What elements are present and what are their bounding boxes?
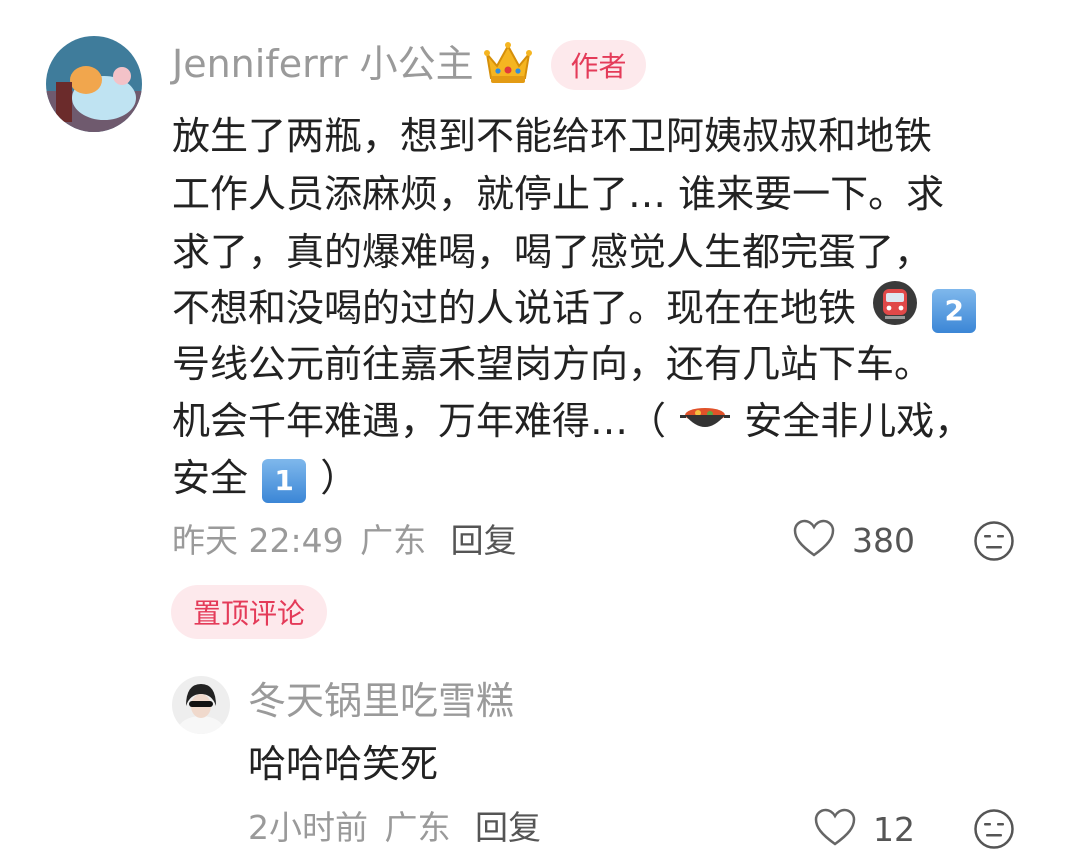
- metro-icon: [872, 280, 918, 342]
- comment-line-4-wrap: 不想和没喝的过的人说话了。现在在地铁 2: [172, 279, 978, 342]
- comment-line-6-wrap: 机会千年难遇，万年难得…（ 安全非儿戏，: [172, 392, 972, 455]
- reply-username[interactable]: 冬天锅里吃雪糕: [248, 676, 514, 726]
- crown-icon: [484, 40, 532, 90]
- reply-location: 广东: [384, 808, 451, 847]
- reply-like-count: 12: [873, 809, 915, 849]
- reply-text: 哈哈哈笑死: [248, 742, 439, 786]
- pinned-comment-tag: 置顶评论: [171, 585, 327, 639]
- comment-line-2: 工作人员添麻烦，就停止了… 谁来要一下。求: [172, 172, 945, 216]
- comment-line-8-wrap: 安全 1 ）: [172, 449, 358, 507]
- comment-line-4: 不想和没喝的过的人说话了。现在在地铁: [172, 286, 857, 330]
- author-badge: 作者: [551, 40, 646, 90]
- comment-line-3: 求了，真的爆难喝，喝了感觉人生都完蛋了，: [172, 230, 933, 274]
- comment-line-6: 机会千年难遇，万年难得…（: [172, 399, 667, 443]
- reply-button[interactable]: 回复: [451, 521, 517, 560]
- comment-line-5: 号线公元前往嘉禾望岗方向，还有几站下车。: [172, 342, 933, 386]
- reply-reply-button[interactable]: 回复: [475, 808, 541, 847]
- pot-of-food-icon: [680, 393, 731, 455]
- comment-meta: 昨天 22:49 广东 回复: [172, 518, 517, 564]
- author-username[interactable]: Jenniferrr 小公主: [172, 38, 474, 90]
- heart-icon[interactable]: [792, 518, 836, 562]
- comment-location: 广东: [360, 521, 427, 560]
- heart-icon[interactable]: [813, 807, 857, 851]
- reply-dislike-face-icon[interactable]: [973, 808, 1015, 854]
- avatar[interactable]: [46, 36, 142, 132]
- reply-time: 2小时前: [248, 808, 368, 847]
- comment-line-7: 安全非儿戏，: [744, 399, 973, 443]
- reply-like-button[interactable]: 12: [813, 807, 915, 851]
- comment-line-1: 放生了两瓶，想到不能给环卫阿姨叔叔和地铁: [172, 114, 933, 158]
- keycap-two-icon: 2: [932, 288, 977, 333]
- comment-line-8: 安全: [172, 456, 249, 500]
- comment-time: 昨天 22:49: [172, 521, 344, 560]
- like-button[interactable]: 380: [792, 518, 915, 562]
- reply-avatar[interactable]: [172, 676, 230, 734]
- like-count: 380: [852, 520, 915, 560]
- dislike-face-icon[interactable]: [973, 520, 1015, 566]
- keycap-one-icon: 1: [262, 458, 307, 503]
- comment-line-9: ）: [320, 456, 359, 500]
- reply-meta: 2小时前 广东 回复: [248, 805, 541, 851]
